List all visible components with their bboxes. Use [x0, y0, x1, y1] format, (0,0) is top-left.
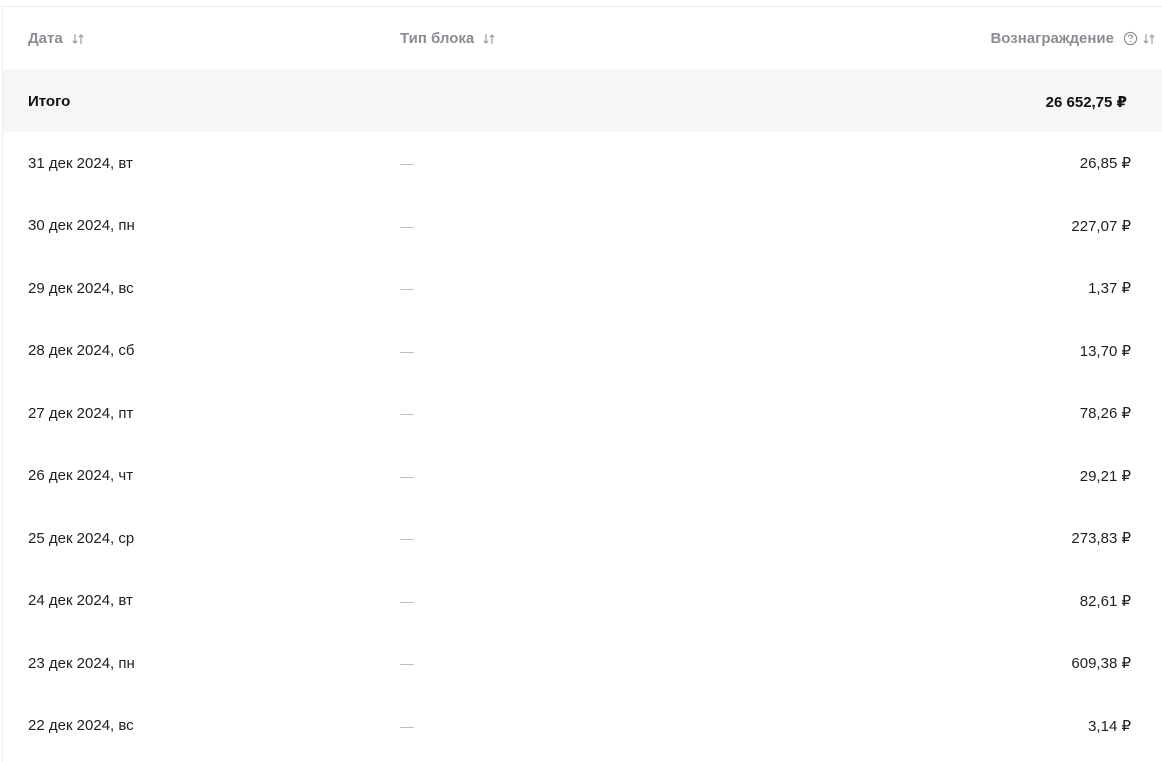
header-block-type-sort[interactable]: Тип блока: [400, 7, 496, 70]
row-reward: 82,61 ₽: [1079, 592, 1131, 610]
header-block-type-label: Тип блока: [400, 30, 475, 47]
header-reward-sort[interactable]: Вознаграждение: [990, 7, 1156, 70]
row-reward: 29,21 ₽: [1079, 467, 1131, 485]
row-reward: 1,37 ₽: [1088, 280, 1131, 298]
table-header: Дата Тип блока Вознаграждение: [3, 7, 1162, 71]
sort-arrows-icon: [72, 33, 84, 44]
row-date: 24 дек 2024, вт: [28, 592, 133, 610]
header-reward-label: Вознаграждение: [990, 30, 1114, 47]
table-row: 29 дек 2024, вс — 1,37 ₽: [3, 257, 1162, 320]
header-date-sort[interactable]: Дата: [28, 7, 85, 70]
table-row: 31 дек 2024, вт — 26,85 ₽: [3, 132, 1162, 195]
table-row: 28 дек 2024, сб — 13,70 ₽: [3, 320, 1162, 383]
table-row: 25 дек 2024, ср — 273,83 ₽: [3, 507, 1162, 570]
table-row: 23 дек 2024, пн — 609,38 ₽: [3, 632, 1162, 695]
sort-arrows-icon: [483, 33, 495, 44]
row-block-type: —: [400, 405, 414, 422]
total-row: Итого 26 652,75 ₽: [3, 71, 1162, 132]
table-row: 27 дек 2024, пт — 78,26 ₽: [3, 382, 1162, 445]
row-block-type: —: [400, 217, 414, 234]
row-date: 23 дек 2024, пн: [28, 654, 135, 672]
row-reward: 227,07 ₽: [1071, 217, 1131, 235]
total-reward: 26 652,75 ₽: [1045, 93, 1127, 111]
row-block-type: —: [400, 592, 414, 609]
row-date: 26 дек 2024, чт: [28, 467, 134, 485]
row-block-type: —: [400, 530, 414, 547]
row-block-type: —: [400, 155, 414, 172]
row-block-type: —: [400, 655, 414, 672]
question-circle-icon[interactable]: [1123, 31, 1138, 46]
table-row: 22 дек 2024, вс — 3,14 ₽: [3, 695, 1162, 758]
row-reward: 273,83 ₽: [1071, 530, 1131, 548]
row-reward: 609,38 ₽: [1071, 655, 1131, 673]
row-date: 30 дек 2024, пн: [28, 217, 135, 235]
table-row: 24 дек 2024, вт — 82,61 ₽: [3, 570, 1162, 633]
row-reward: 13,70 ₽: [1079, 342, 1131, 360]
row-block-type: —: [400, 280, 414, 297]
row-reward: 26,85 ₽: [1079, 155, 1131, 173]
total-label: Итого: [28, 93, 71, 110]
row-date: 27 дек 2024, пт: [28, 404, 134, 422]
row-date: 25 дек 2024, ср: [28, 529, 135, 547]
row-block-type: —: [400, 467, 414, 484]
row-reward: 3,14 ₽: [1088, 717, 1131, 735]
row-reward: 78,26 ₽: [1079, 405, 1131, 423]
table-row: 26 дек 2024, чт — 29,21 ₽: [3, 445, 1162, 508]
statistics-table: Дата Тип блока Вознаграждение Итого 26 6…: [2, 6, 1162, 762]
header-date-label: Дата: [28, 30, 63, 47]
table-row: 30 дек 2024, пн — 227,07 ₽: [3, 195, 1162, 258]
row-date: 28 дек 2024, сб: [28, 342, 135, 360]
row-date: 29 дек 2024, вс: [28, 279, 134, 297]
row-date: 31 дек 2024, вт: [28, 154, 133, 172]
sort-arrows-icon: [1143, 33, 1155, 44]
row-block-type: —: [400, 717, 414, 734]
row-block-type: —: [400, 342, 414, 359]
row-date: 22 дек 2024, вс: [28, 717, 134, 735]
